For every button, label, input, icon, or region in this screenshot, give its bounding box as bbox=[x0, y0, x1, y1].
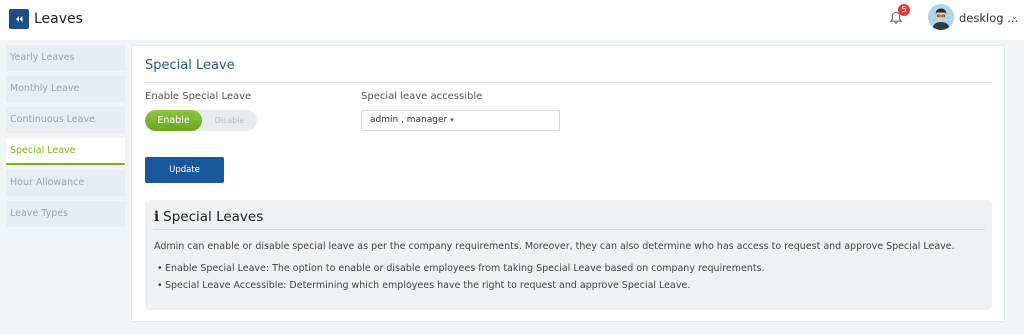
back-button[interactable] bbox=[9, 9, 29, 29]
update-button[interactable]: Update bbox=[145, 157, 224, 183]
top-bar: Leaves 5 desklog ... ⌄ bbox=[0, 0, 1024, 40]
notification-badge: 5 bbox=[898, 4, 910, 16]
toggle-enable-option[interactable]: Enable bbox=[145, 110, 202, 131]
caret-down-icon: ▾ bbox=[450, 116, 454, 124]
chevron-down-icon[interactable]: ⌄ bbox=[1011, 12, 1018, 21]
avatar[interactable] bbox=[928, 4, 954, 30]
special-leave-panel: Special Leave Enable Special Leave Speci… bbox=[131, 45, 1005, 322]
toggle-disable-option[interactable]: Disable bbox=[202, 110, 257, 131]
info-points: • Enable Special Leave: The option to ena… bbox=[157, 262, 977, 296]
page-title: Leaves bbox=[34, 11, 83, 27]
info-title: i Special Leaves bbox=[154, 209, 263, 225]
special-leave-accessible-label: Special leave accessible bbox=[361, 91, 483, 102]
sidebar-item-special-leave[interactable]: Special Leave bbox=[6, 138, 125, 165]
list-item: • Enable Special Leave: The option to ena… bbox=[157, 263, 765, 274]
panel-title: Special Leave bbox=[145, 58, 235, 73]
info-description: Admin can enable or disable special leav… bbox=[154, 241, 955, 252]
info-divider bbox=[153, 229, 985, 230]
selected-roles-value: admin , manager bbox=[370, 115, 448, 125]
info-title-text: Special Leaves bbox=[163, 209, 264, 225]
sidebar: Yearly Leaves Monthly Leave Continuous L… bbox=[6, 45, 125, 232]
user-avatar-icon bbox=[928, 4, 954, 30]
enable-toggle[interactable]: Enable Disable bbox=[145, 110, 257, 131]
accessible-roles-select[interactable]: admin , manager ▾ bbox=[361, 110, 560, 131]
sidebar-item-yearly-leaves[interactable]: Yearly Leaves bbox=[6, 45, 125, 71]
sidebar-item-leave-types[interactable]: Leave Types bbox=[6, 201, 125, 227]
sidebar-item-hour-allowance[interactable]: Hour Allowance bbox=[6, 170, 125, 196]
list-item: • Special Leave Accessible: Determining w… bbox=[157, 280, 691, 291]
info-box: i Special Leaves Admin can enable or disa… bbox=[145, 200, 992, 310]
enable-special-leave-label: Enable Special Leave bbox=[145, 91, 252, 102]
sidebar-item-continuous-leave[interactable]: Continuous Leave bbox=[6, 107, 125, 133]
double-chevron-left-icon bbox=[16, 16, 23, 22]
info-icon: i bbox=[154, 209, 160, 225]
divider bbox=[144, 82, 992, 83]
sidebar-item-monthly-leave[interactable]: Monthly Leave bbox=[6, 76, 125, 102]
user-name[interactable]: desklog ... bbox=[959, 11, 1018, 25]
